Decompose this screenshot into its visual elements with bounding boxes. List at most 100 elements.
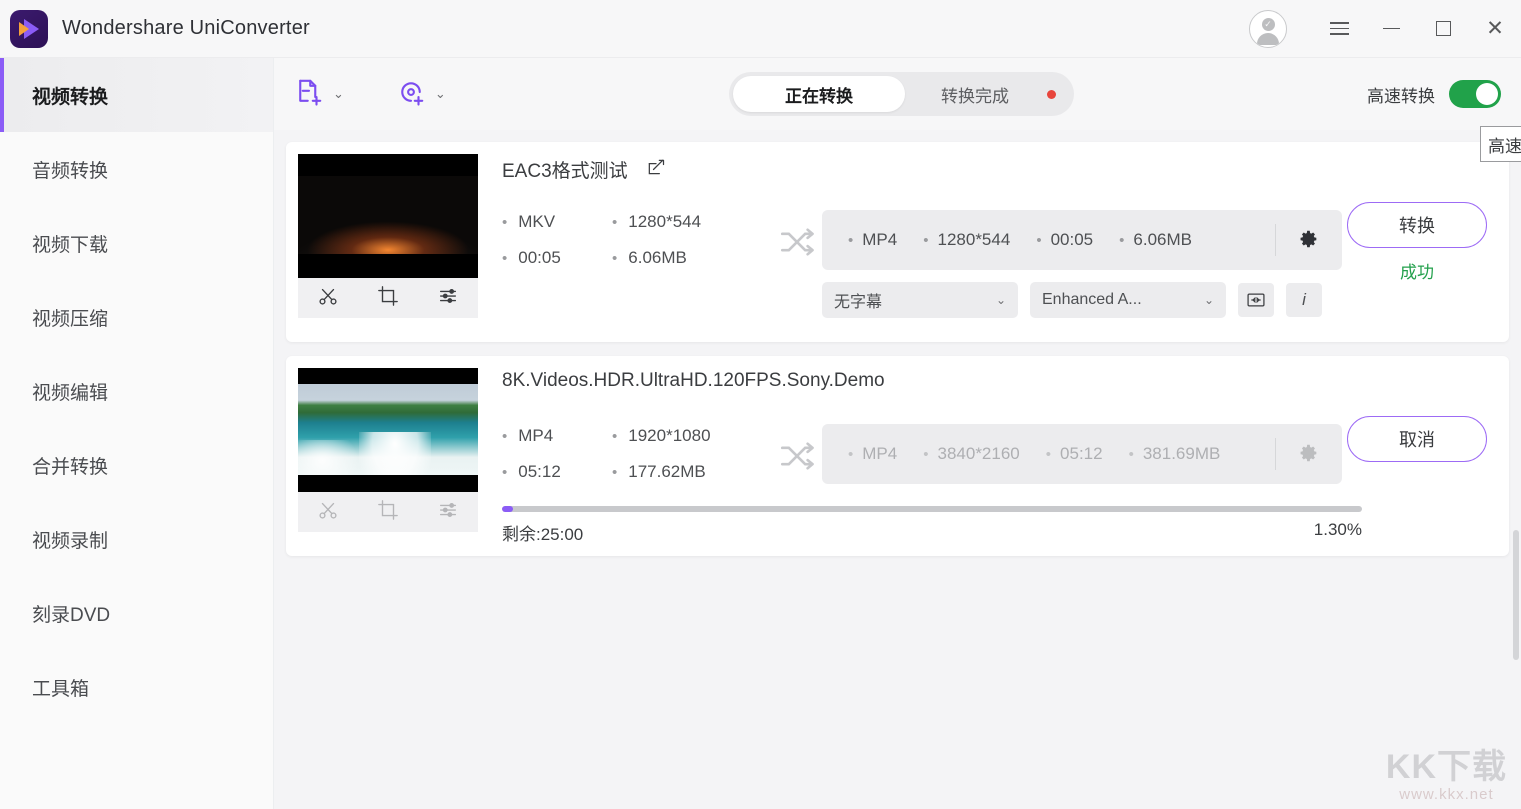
high-speed-tooltip: 高速转换已开启 [1480, 126, 1521, 162]
remaining-time-label: 剩余:25:00 [502, 525, 584, 544]
sidebar-item-label: 视频转换 [32, 86, 109, 108]
sidebar: 视频转换 音频转换 视频下载 视频压缩 视频编辑 合并转换 视频录制 刻录DVD… [0, 58, 274, 809]
thumbnail-tools [298, 278, 478, 318]
gear-icon [1298, 442, 1320, 469]
maximize-icon[interactable] [1417, 0, 1469, 58]
title-bar: Wondershare UniConverter ✓ ✕ [0, 0, 1521, 58]
audio-select-value: Enhanced A... [1042, 291, 1142, 308]
sidebar-item-video-record[interactable]: 视频录制 [0, 502, 273, 576]
tab-label: 转换完成 [941, 86, 1009, 106]
chevron-down-icon: ⌄ [1203, 293, 1214, 307]
tab-completed[interactable]: 转换完成 [905, 76, 1045, 112]
sidebar-item-audio-convert[interactable]: 音频转换 [0, 132, 273, 206]
sidebar-item-label: 视频下载 [32, 234, 109, 256]
file-row: 8K.Videos.HDR.UltraHD.120FPS.Sony.Demo M… [286, 356, 1509, 556]
source-duration: 00:05 [502, 248, 612, 268]
add-disc-button[interactable]: ⌄ [396, 77, 446, 112]
application-window: Wondershare UniConverter ✓ ✕ 视频转换 音频转换 视… [0, 0, 1521, 809]
video-thumbnail[interactable] [298, 368, 478, 492]
crop-icon [377, 499, 399, 526]
effects-icon[interactable] [437, 285, 459, 312]
thumbnail-tools [298, 492, 478, 532]
source-format: MKV [502, 212, 612, 232]
account-avatar-icon[interactable]: ✓ [1249, 9, 1287, 48]
sidebar-item-label: 音频转换 [32, 160, 109, 182]
subtitle-select-value: 无字幕 [834, 294, 883, 311]
completed-badge-dot [1047, 89, 1056, 99]
convert-arrows-icon [776, 438, 818, 479]
add-file-button[interactable]: ⌄ [294, 77, 344, 112]
trim-icon[interactable] [317, 285, 339, 312]
sidebar-item-merge-convert[interactable]: 合并转换 [0, 428, 273, 502]
effects-icon [437, 499, 459, 526]
sidebar-item-label: 视频编辑 [32, 382, 109, 404]
chevron-down-icon: ⌄ [995, 293, 1006, 307]
source-format: MP4 [502, 426, 612, 446]
audio-select[interactable]: Enhanced A... ⌄ [1030, 282, 1226, 318]
hamburger-menu-icon[interactable] [1313, 0, 1365, 58]
progress-fill [502, 506, 514, 512]
status-tab-group: 正在转换 转换完成 [729, 72, 1074, 116]
output-duration: 00:05 [1036, 230, 1094, 250]
sidebar-item-label: 合并转换 [32, 456, 109, 478]
progress-percent-label: 1.30% [1313, 520, 1362, 539]
output-settings-panel: MP4 3840*2160 05:12 381.69MB [822, 424, 1342, 484]
output-options-row: 无字幕 ⌄ Enhanced A... ⌄ i [822, 282, 1322, 318]
app-logo-icon [10, 9, 48, 48]
file-name-row: 8K.Videos.HDR.UltraHD.120FPS.Sony.Demo [502, 370, 885, 392]
file-name: EAC3格式测试 [502, 161, 628, 182]
progress-track [502, 506, 1362, 512]
file-name-row: EAC3格式测试 [502, 156, 666, 183]
sidebar-item-label: 刻录DVD [32, 604, 111, 626]
info-icon[interactable]: i [1286, 283, 1322, 317]
edit-pencil-icon[interactable] [646, 157, 666, 183]
chevron-down-icon[interactable]: ⌄ [435, 86, 446, 102]
sidebar-item-video-download[interactable]: 视频下载 [0, 206, 273, 280]
convert-button-label: 转换 [1399, 216, 1435, 236]
output-resolution: 1280*544 [923, 230, 1011, 250]
sidebar-item-video-compress[interactable]: 视频压缩 [0, 280, 273, 354]
subtitle-select[interactable]: 无字幕 ⌄ [822, 282, 1018, 318]
output-format: MP4 [848, 444, 897, 464]
convert-button[interactable]: 转换 [1347, 202, 1487, 248]
minimize-icon[interactable] [1365, 0, 1417, 58]
source-size: 177.62MB [612, 462, 752, 482]
output-settings-panel[interactable]: MP4 1280*544 00:05 6.06MB [822, 210, 1342, 270]
sidebar-item-burn-dvd[interactable]: 刻录DVD [0, 576, 273, 650]
compress-icon[interactable] [1238, 283, 1274, 317]
sidebar-item-video-edit[interactable]: 视频编辑 [0, 354, 273, 428]
vertical-scrollbar[interactable] [1513, 530, 1519, 660]
high-speed-conversion-group: 高速转换 [1367, 58, 1501, 130]
cancel-button[interactable]: 取消 [1347, 416, 1487, 462]
tab-converting[interactable]: 正在转换 [733, 76, 905, 112]
high-speed-toggle[interactable] [1449, 80, 1501, 108]
output-resolution: 3840*2160 [923, 444, 1020, 464]
toolbar: ⌄ ⌄ 正在转换 转换完成 高速转换 [274, 58, 1521, 130]
file-list: EAC3格式测试 MKV 1280*544 00:05 6.06MB [274, 130, 1521, 809]
conversion-progress: 剩余:25:00 1.30% [502, 506, 1362, 545]
window-controls: ✓ ✕ [1249, 0, 1521, 58]
cancel-button-label: 取消 [1399, 430, 1435, 450]
app-title: Wondershare UniConverter [62, 17, 310, 39]
chevron-down-icon[interactable]: ⌄ [333, 86, 344, 102]
sidebar-item-label: 视频录制 [32, 530, 109, 552]
video-thumbnail[interactable] [298, 154, 478, 278]
source-metadata: MKV 1280*544 00:05 6.06MB [502, 212, 752, 268]
sidebar-item-label: 工具箱 [32, 678, 90, 700]
source-size: 6.06MB [612, 248, 752, 268]
tab-label: 正在转换 [785, 86, 853, 106]
output-size: 6.06MB [1119, 230, 1192, 250]
sidebar-item-toolbox[interactable]: 工具箱 [0, 650, 273, 724]
gear-icon[interactable] [1298, 228, 1320, 255]
output-format: MP4 [848, 230, 897, 250]
source-resolution: 1280*544 [612, 212, 752, 232]
trim-icon [317, 499, 339, 526]
crop-icon[interactable] [377, 285, 399, 312]
close-icon[interactable]: ✕ [1469, 0, 1521, 58]
status-badge: 成功 [1400, 263, 1434, 282]
file-name: 8K.Videos.HDR.UltraHD.120FPS.Sony.Demo [502, 370, 885, 391]
high-speed-label: 高速转换 [1367, 86, 1435, 106]
convert-arrows-icon [776, 224, 818, 265]
sidebar-item-video-convert[interactable]: 视频转换 [0, 58, 273, 132]
add-disc-icon [396, 77, 426, 112]
